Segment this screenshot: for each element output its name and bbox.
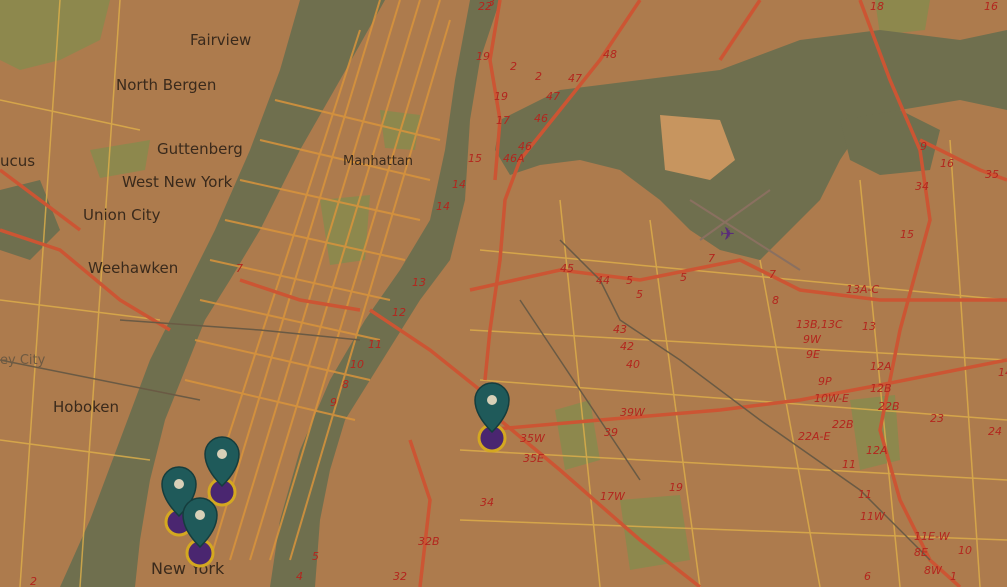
markers-layer: [161, 382, 510, 568]
map-marker[interactable]: [204, 436, 240, 507]
map-marker[interactable]: [182, 497, 218, 568]
map-marker[interactable]: [474, 382, 510, 453]
map-canvas[interactable]: ✈ Fairview North Bergen Guttenberg West …: [0, 0, 1007, 587]
